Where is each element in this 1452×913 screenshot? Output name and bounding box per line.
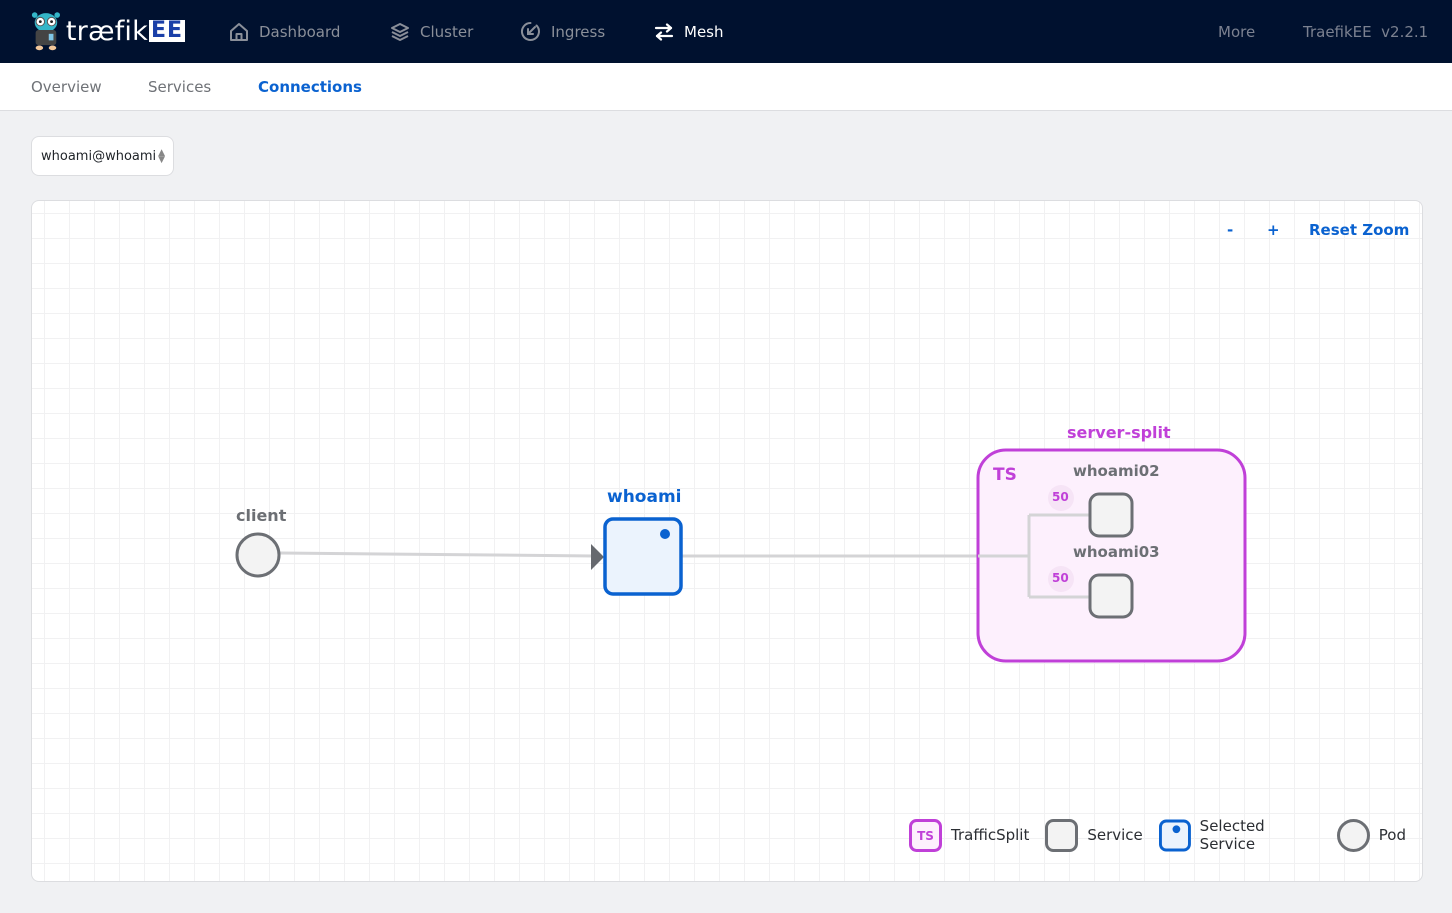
version-text: TraefikEE v2.2.1	[1303, 22, 1429, 41]
selected-service-node-whoami[interactable]	[603, 517, 683, 596]
legend-selected-service-label: Selected Service	[1199, 817, 1265, 853]
legend-trafficsplit-label: TrafficSplit	[951, 826, 1030, 844]
whoami-label: whoami	[607, 487, 682, 507]
legend-item-selected-service: Selected Service	[1158, 817, 1321, 853]
more-menu[interactable]: More	[1218, 0, 1255, 63]
nav-cluster-label: Cluster	[420, 22, 474, 41]
tab-overview[interactable]: Overview	[31, 63, 102, 110]
gopher-mascot-icon	[31, 12, 61, 51]
more-label: More	[1218, 22, 1256, 41]
nav-cluster[interactable]: Cluster	[390, 0, 473, 63]
graph-legend: TS TrafficSplit Service Selected Service…	[909, 817, 1422, 853]
swap-arrows-icon	[654, 22, 674, 41]
trafficsplit-legend-icon: TS	[909, 818, 942, 852]
selected-service-legend-icon	[1158, 819, 1191, 851]
legend-item-pod: Pod	[1336, 818, 1406, 852]
edge-client-to-whoami	[279, 551, 596, 558]
legend-item-service: Service	[1045, 818, 1143, 852]
client-label: client	[236, 506, 287, 525]
service-node-whoami02[interactable]	[1088, 492, 1134, 538]
nav-ingress[interactable]: Ingress	[520, 0, 605, 63]
service-select[interactable]: whoami@whoami ▲ ▼	[31, 136, 174, 176]
sub-navbar: Overview Services Connections	[0, 63, 1452, 111]
traffic-split-name: server-split	[1067, 423, 1171, 442]
nav-mesh-label: Mesh	[684, 22, 724, 41]
whoami03-label: whoami03	[1073, 543, 1160, 561]
select-updown-icon: ▲ ▼	[158, 148, 165, 165]
brand-wordmark: træfik	[65, 15, 148, 47]
traffic-split-ts-badge: TS	[993, 465, 1017, 485]
connections-graph-panel[interactable]: - + Reset Zoom client whoami server-spli…	[31, 200, 1423, 882]
svg-text:TS: TS	[917, 829, 934, 843]
layers-icon	[391, 22, 409, 41]
version-label: TraefikEE v2.2.1	[1303, 0, 1428, 63]
graph-canvas	[235, 448, 1247, 663]
top-navbar: træfik EE Dashboard Cluster Ingress Mesh…	[0, 0, 1452, 63]
ingress-arrow-icon	[521, 22, 540, 41]
tab-connections[interactable]: Connections	[258, 63, 362, 110]
selected-indicator-dot	[660, 529, 670, 539]
nav-dashboard[interactable]: Dashboard	[229, 0, 340, 63]
service-select-value: whoami@whoami	[41, 148, 157, 164]
legend-pod-label: Pod	[1378, 826, 1406, 844]
whoami02-label: whoami02	[1073, 462, 1160, 480]
brand-logo[interactable]: træfik EE	[30, 8, 185, 54]
pod-legend-icon	[1336, 818, 1370, 852]
home-icon	[230, 22, 248, 41]
service-legend-icon	[1045, 818, 1079, 852]
tab-services-label: Services	[148, 77, 212, 96]
tab-services[interactable]: Services	[148, 63, 211, 110]
nav-ingress-label: Ingress	[551, 22, 606, 41]
tab-overview-label: Overview	[31, 77, 102, 96]
brand-ee-badge: EE	[148, 18, 185, 43]
edge-arrowhead-icon	[591, 544, 604, 570]
service-node-whoami03[interactable]	[1088, 573, 1134, 619]
pod-node-client[interactable]	[235, 532, 281, 578]
legend-service-label: Service	[1087, 826, 1143, 844]
whoami03-weight: 50	[1052, 571, 1069, 585]
legend-item-trafficsplit: TS TrafficSplit	[909, 818, 1030, 852]
tab-connections-label: Connections	[258, 77, 362, 96]
nav-dashboard-label: Dashboard	[259, 22, 341, 41]
nav-mesh[interactable]: Mesh	[654, 0, 724, 63]
whoami02-weight: 50	[1052, 490, 1069, 504]
